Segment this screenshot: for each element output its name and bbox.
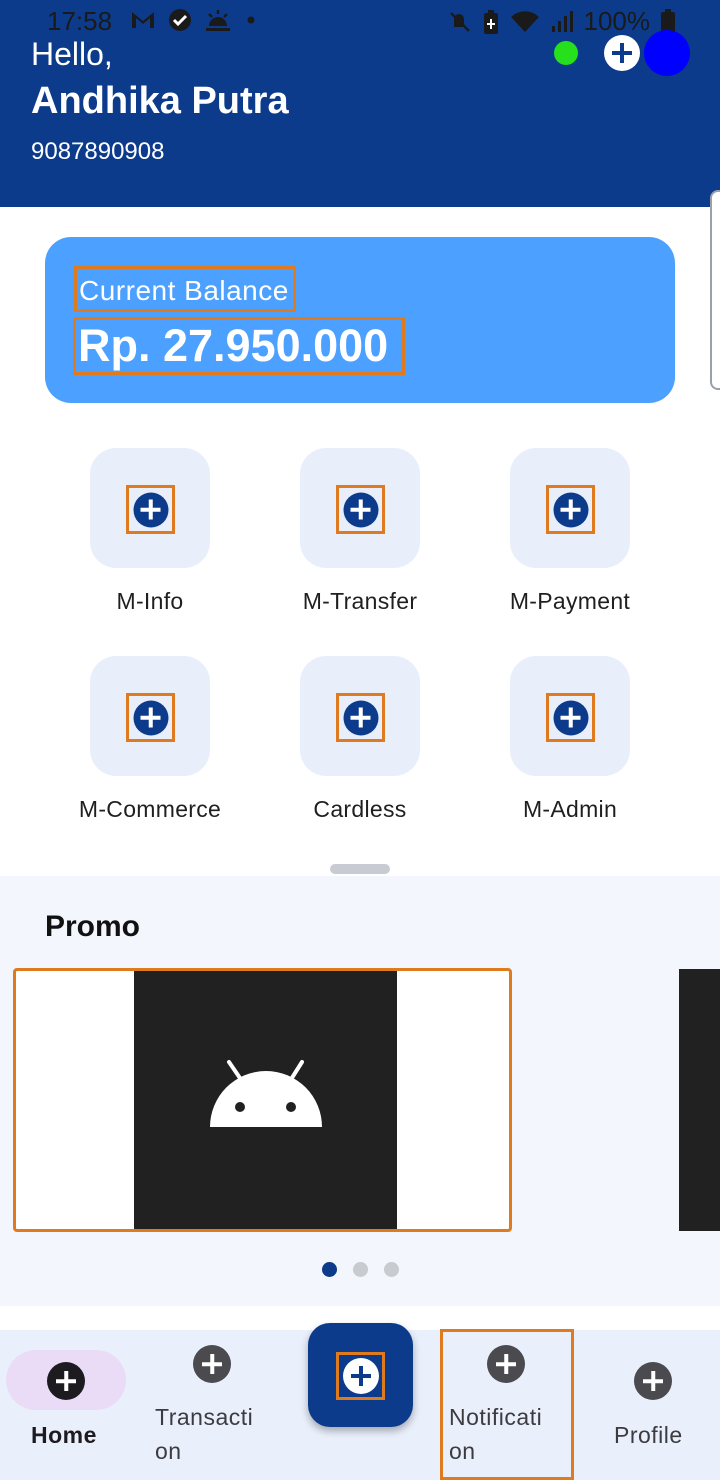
notification-plus-icon[interactable] [487, 1345, 525, 1383]
menu-icon-m-payment[interactable] [546, 485, 595, 534]
home-plus-icon[interactable] [47, 1362, 85, 1400]
nav-notification-label[interactable]: Notificati on [449, 1400, 542, 1468]
header: 17:58 100% Hello, Andhika Putra 90878909… [0, 0, 720, 207]
menu-label-m-commerce: M-Commerce [78, 796, 222, 822]
plus-circle-icon [343, 492, 378, 527]
carousel-dot-3[interactable] [384, 1262, 399, 1277]
android-icon [210, 1060, 322, 1127]
plus-circle-icon [553, 492, 588, 527]
promo-image [134, 971, 397, 1229]
online-status-icon [554, 41, 578, 65]
menu-icon-m-commerce[interactable] [126, 693, 175, 742]
plus-circle-icon [553, 700, 588, 735]
promo-title: Promo [45, 910, 141, 943]
mute-icon [449, 11, 470, 32]
promo-card-next[interactable] [679, 969, 720, 1231]
fab-icon-box[interactable] [336, 1352, 385, 1400]
dot-icon [247, 16, 255, 24]
add-button[interactable] [604, 35, 640, 71]
wifi-icon [510, 10, 539, 32]
weather-icon [206, 10, 230, 31]
plus-icon [342, 1358, 379, 1394]
avatar[interactable] [644, 30, 690, 76]
nav-home-label[interactable]: Home [31, 1418, 97, 1452]
menu-label-m-admin: M-Admin [522, 796, 618, 822]
carousel-indicator [322, 1262, 399, 1277]
nav-profile-label[interactable]: Profile [614, 1418, 683, 1452]
status-time: 17:58 [47, 6, 113, 36]
battery-saver-icon [483, 9, 498, 34]
nav-transaction-label[interactable]: Transacti on [155, 1400, 253, 1468]
drag-handle[interactable] [330, 864, 390, 874]
balance-value: Rp. 27.950.000 [73, 317, 405, 375]
user-phone: 9087890908 [31, 138, 165, 165]
edge-panel-handle[interactable] [710, 190, 720, 390]
menu-icon-m-transfer[interactable] [336, 485, 385, 534]
profile-plus-icon[interactable] [634, 1362, 672, 1400]
plus-circle-icon [133, 700, 168, 735]
greeting: Hello, [31, 36, 113, 72]
transaction-plus-icon[interactable] [193, 1345, 231, 1383]
menu-label-m-transfer: M-Transfer [302, 588, 418, 614]
plus-circle-icon [133, 492, 168, 527]
menu-icon-m-admin[interactable] [546, 693, 595, 742]
menu-icon-cardless[interactable] [336, 693, 385, 742]
menu-label-m-info: M-Info [116, 588, 184, 614]
user-name: Andhika Putra [31, 80, 289, 122]
menu-icon-m-info[interactable] [126, 485, 175, 534]
check-circle-icon [169, 9, 191, 31]
signal-icon [551, 10, 573, 32]
promo-card[interactable] [13, 968, 512, 1232]
menu-label-cardless: Cardless [313, 796, 407, 822]
gmail-icon [132, 12, 154, 28]
battery-percent: 100% [583, 6, 651, 36]
balance-label: Current Balance [74, 266, 296, 312]
menu-label-m-payment: M-Payment [509, 588, 631, 614]
plus-circle-icon [343, 700, 378, 735]
carousel-dot-2[interactable] [353, 1262, 368, 1277]
carousel-dot-1[interactable] [322, 1262, 337, 1277]
